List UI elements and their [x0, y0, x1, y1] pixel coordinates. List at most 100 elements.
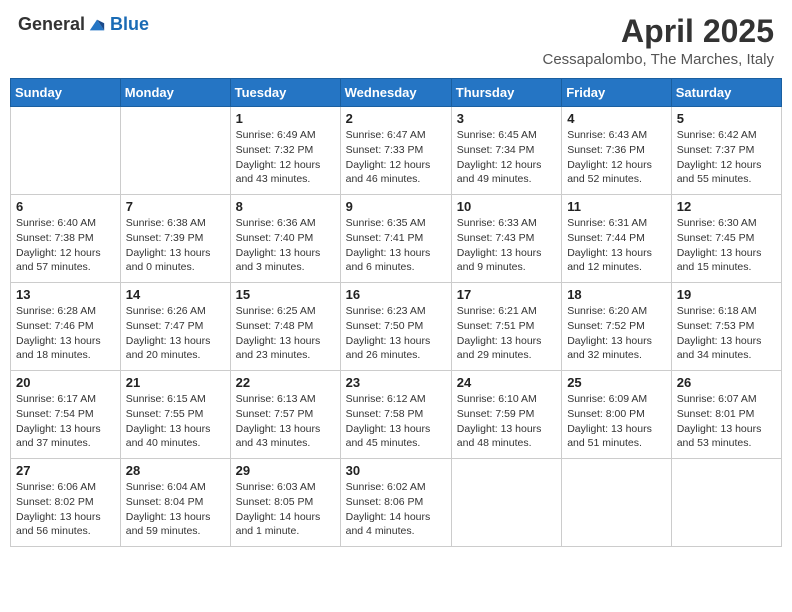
calendar-day-cell — [562, 459, 672, 547]
day-info: Sunrise: 6:20 AMSunset: 7:52 PMDaylight:… — [567, 304, 666, 363]
day-info: Sunrise: 6:40 AMSunset: 7:38 PMDaylight:… — [16, 216, 115, 275]
calendar-day-cell: 16 Sunrise: 6:23 AMSunset: 7:50 PMDayligh… — [340, 283, 451, 371]
day-info: Sunrise: 6:31 AMSunset: 7:44 PMDaylight:… — [567, 216, 666, 275]
day-number: 8 — [236, 199, 335, 214]
weekday-header: Tuesday — [230, 79, 340, 107]
day-info: Sunrise: 6:12 AMSunset: 7:58 PMDaylight:… — [346, 392, 446, 451]
day-info: Sunrise: 6:09 AMSunset: 8:00 PMDaylight:… — [567, 392, 666, 451]
weekday-header: Saturday — [671, 79, 781, 107]
calendar-day-cell — [120, 107, 230, 195]
day-info: Sunrise: 6:21 AMSunset: 7:51 PMDaylight:… — [457, 304, 556, 363]
day-info: Sunrise: 6:23 AMSunset: 7:50 PMDaylight:… — [346, 304, 446, 363]
day-number: 28 — [126, 463, 225, 478]
calendar-day-cell — [671, 459, 781, 547]
calendar-day-cell: 24 Sunrise: 6:10 AMSunset: 7:59 PMDayligh… — [451, 371, 561, 459]
calendar-day-cell: 14 Sunrise: 6:26 AMSunset: 7:47 PMDayligh… — [120, 283, 230, 371]
calendar-day-cell: 15 Sunrise: 6:25 AMSunset: 7:48 PMDayligh… — [230, 283, 340, 371]
calendar-day-cell: 11 Sunrise: 6:31 AMSunset: 7:44 PMDayligh… — [562, 195, 672, 283]
calendar-day-cell — [11, 107, 121, 195]
calendar-day-cell: 19 Sunrise: 6:18 AMSunset: 7:53 PMDayligh… — [671, 283, 781, 371]
day-number: 15 — [236, 287, 335, 302]
calendar-day-cell — [451, 459, 561, 547]
day-number: 6 — [16, 199, 115, 214]
day-number: 13 — [16, 287, 115, 302]
calendar-week-row: 27 Sunrise: 6:06 AMSunset: 8:02 PMDayligh… — [11, 459, 782, 547]
calendar-day-cell: 18Sunrise: 6:20 AMSunset: 7:52 PMDayligh… — [562, 283, 672, 371]
weekday-header: Sunday — [11, 79, 121, 107]
day-number: 11 — [567, 199, 666, 214]
calendar-day-cell: 25 Sunrise: 6:09 AMSunset: 8:00 PMDayligh… — [562, 371, 672, 459]
day-info: Sunrise: 6:04 AMSunset: 8:04 PMDaylight:… — [126, 480, 225, 539]
day-info: Sunrise: 6:17 AMSunset: 7:54 PMDaylight:… — [16, 392, 115, 451]
calendar-day-cell: 23 Sunrise: 6:12 AMSunset: 7:58 PMDayligh… — [340, 371, 451, 459]
calendar-day-cell: 7 Sunrise: 6:38 AMSunset: 7:39 PMDaylight… — [120, 195, 230, 283]
calendar-day-cell: 3Sunrise: 6:45 AMSunset: 7:34 PMDaylight… — [451, 107, 561, 195]
calendar-day-cell: 6 Sunrise: 6:40 AMSunset: 7:38 PMDaylight… — [11, 195, 121, 283]
calendar-day-cell: 5 Sunrise: 6:42 AMSunset: 7:37 PMDaylight… — [671, 107, 781, 195]
day-number: 23 — [346, 375, 446, 390]
calendar-day-cell: 30Sunrise: 6:02 AMSunset: 8:06 PMDayligh… — [340, 459, 451, 547]
day-info: Sunrise: 6:35 AMSunset: 7:41 PMDaylight:… — [346, 216, 446, 275]
calendar-header-row: SundayMondayTuesdayWednesdayThursdayFrid… — [11, 79, 782, 107]
calendar-day-cell: 29 Sunrise: 6:03 AMSunset: 8:05 PMDayligh… — [230, 459, 340, 547]
title-block: April 2025 Cessapalombo, The Marches, It… — [543, 14, 775, 68]
calendar-day-cell: 12 Sunrise: 6:30 AMSunset: 7:45 PMDayligh… — [671, 195, 781, 283]
day-info: Sunrise: 6:06 AMSunset: 8:02 PMDaylight:… — [16, 480, 115, 539]
calendar-week-row: 13 Sunrise: 6:28 AMSunset: 7:46 PMDayligh… — [11, 283, 782, 371]
day-number: 29 — [236, 463, 335, 478]
month-title: April 2025 — [543, 14, 775, 49]
weekday-header: Thursday — [451, 79, 561, 107]
day-number: 5 — [677, 111, 776, 126]
day-info: Sunrise: 6:42 AMSunset: 7:37 PMDaylight:… — [677, 128, 776, 187]
day-number: 4 — [567, 111, 666, 126]
day-info: Sunrise: 6:15 AMSunset: 7:55 PMDaylight:… — [126, 392, 225, 451]
day-info: Sunrise: 6:47 AMSunset: 7:33 PMDaylight:… — [346, 128, 446, 187]
day-info: Sunrise: 6:13 AMSunset: 7:57 PMDaylight:… — [236, 392, 335, 451]
day-info: Sunrise: 6:10 AMSunset: 7:59 PMDaylight:… — [457, 392, 556, 451]
day-info: Sunrise: 6:49 AMSunset: 7:32 PMDaylight:… — [236, 128, 335, 187]
weekday-header: Monday — [120, 79, 230, 107]
calendar-day-cell: 17Sunrise: 6:21 AMSunset: 7:51 PMDayligh… — [451, 283, 561, 371]
day-number: 14 — [126, 287, 225, 302]
location-title: Cessapalombo, The Marches, Italy — [543, 51, 775, 68]
day-number: 25 — [567, 375, 666, 390]
calendar-day-cell: 2Sunrise: 6:47 AMSunset: 7:33 PMDaylight… — [340, 107, 451, 195]
day-number: 24 — [457, 375, 556, 390]
day-info: Sunrise: 6:45 AMSunset: 7:34 PMDaylight:… — [457, 128, 556, 187]
day-number: 10 — [457, 199, 556, 214]
day-number: 30 — [346, 463, 446, 478]
logo: General Blue — [18, 14, 149, 35]
day-info: Sunrise: 6:26 AMSunset: 7:47 PMDaylight:… — [126, 304, 225, 363]
day-number: 22 — [236, 375, 335, 390]
day-number: 12 — [677, 199, 776, 214]
day-info: Sunrise: 6:03 AMSunset: 8:05 PMDaylight:… — [236, 480, 335, 539]
calendar-week-row: 1Sunrise: 6:49 AMSunset: 7:32 PMDaylight… — [11, 107, 782, 195]
day-number: 16 — [346, 287, 446, 302]
calendar-week-row: 20 Sunrise: 6:17 AMSunset: 7:54 PMDayligh… — [11, 371, 782, 459]
calendar-day-cell: 1Sunrise: 6:49 AMSunset: 7:32 PMDaylight… — [230, 107, 340, 195]
calendar-day-cell: 13 Sunrise: 6:28 AMSunset: 7:46 PMDayligh… — [11, 283, 121, 371]
logo-general: General — [18, 14, 85, 35]
calendar-day-cell: 8 Sunrise: 6:36 AMSunset: 7:40 PMDaylight… — [230, 195, 340, 283]
day-info: Sunrise: 6:25 AMSunset: 7:48 PMDaylight:… — [236, 304, 335, 363]
day-info: Sunrise: 6:18 AMSunset: 7:53 PMDaylight:… — [677, 304, 776, 363]
day-info: Sunrise: 6:28 AMSunset: 7:46 PMDaylight:… — [16, 304, 115, 363]
day-info: Sunrise: 6:07 AMSunset: 8:01 PMDaylight:… — [677, 392, 776, 451]
day-info: Sunrise: 6:36 AMSunset: 7:40 PMDaylight:… — [236, 216, 335, 275]
day-number: 27 — [16, 463, 115, 478]
page-header: General Blue April 2025 Cessapalombo, Th… — [10, 10, 782, 72]
day-number: 19 — [677, 287, 776, 302]
day-number: 21 — [126, 375, 225, 390]
day-number: 9 — [346, 199, 446, 214]
day-info: Sunrise: 6:30 AMSunset: 7:45 PMDaylight:… — [677, 216, 776, 275]
calendar-day-cell: 27 Sunrise: 6:06 AMSunset: 8:02 PMDayligh… — [11, 459, 121, 547]
weekday-header: Wednesday — [340, 79, 451, 107]
calendar-day-cell: 20 Sunrise: 6:17 AMSunset: 7:54 PMDayligh… — [11, 371, 121, 459]
day-number: 26 — [677, 375, 776, 390]
calendar-day-cell: 4Sunrise: 6:43 AMSunset: 7:36 PMDaylight… — [562, 107, 672, 195]
day-number: 7 — [126, 199, 225, 214]
day-info: Sunrise: 6:33 AMSunset: 7:43 PMDaylight:… — [457, 216, 556, 275]
day-info: Sunrise: 6:38 AMSunset: 7:39 PMDaylight:… — [126, 216, 225, 275]
logo-blue: Blue — [110, 14, 149, 35]
day-number: 20 — [16, 375, 115, 390]
